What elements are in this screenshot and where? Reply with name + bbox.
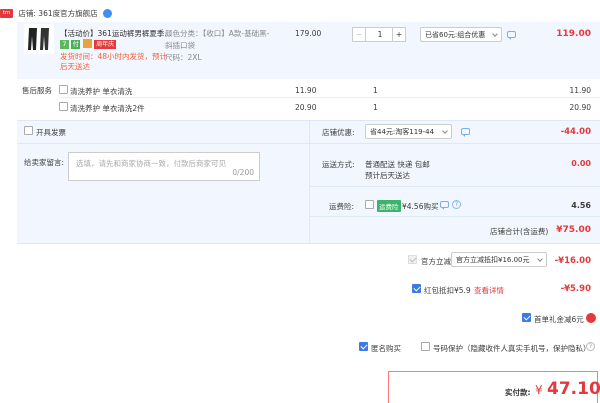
chevron-down-icon: [537, 256, 543, 262]
official-discount-value: 官方立减抵扣¥16.00元: [456, 256, 530, 264]
first-gift-label: 首单礼金减6元: [534, 315, 584, 324]
insurance-checkbox[interactable]: [365, 200, 374, 209]
shop-discount-amount: -44.00: [560, 127, 591, 137]
panel-vertical-divider: [309, 121, 310, 243]
unit-price: 179.00: [295, 29, 322, 38]
panel-hdivider-right-3: [310, 216, 600, 217]
shop-total-value: ¥75.00: [556, 225, 591, 235]
delivery-eta: 预计后天送达: [365, 171, 410, 180]
pay-badge: 付: [71, 40, 81, 49]
item-badges: 7 付 周年庆: [60, 39, 117, 49]
chevron-down-icon: [442, 128, 448, 134]
service-2-checkbox[interactable]: [59, 102, 68, 111]
insurance-badge-icon: [82, 39, 92, 48]
shop-discount-value: 省44元:淘客119-44: [370, 128, 435, 136]
promo-badge: 周年庆: [94, 40, 117, 49]
help-icon[interactable]: ?: [586, 342, 595, 351]
gift-icon: [586, 313, 596, 323]
service-1-qty: 1: [373, 86, 378, 95]
seven-day-return-badge: 7: [60, 40, 69, 49]
decrease-button[interactable]: −: [353, 28, 366, 41]
message-counter: 0/200: [232, 168, 254, 177]
official-discount-amount: -¥16.00: [554, 256, 591, 266]
invoice-checkbox[interactable]: [24, 126, 33, 135]
item-discount-select[interactable]: 已省60元:组合优惠: [420, 27, 502, 42]
service-divider: [60, 97, 600, 98]
shop-header: tm 店铺: 361度官方旗舰店: [0, 8, 113, 19]
service-1-checkbox[interactable]: [59, 85, 68, 94]
after-sales-label: 售后服务: [22, 86, 52, 95]
delivery-fee: 0.00: [571, 159, 591, 168]
service-2-total: 20.90: [569, 103, 591, 112]
help-icon[interactable]: ?: [452, 200, 461, 209]
privacy-label[interactable]: 号码保护（隐藏收件人真实手机号，保护隐私）: [433, 343, 591, 354]
pants-icon: [28, 28, 49, 50]
anonymous-label[interactable]: 匿名购买: [371, 343, 401, 354]
insurance-text: ¥4.56购买: [402, 202, 439, 211]
insurance-tag: 运费险: [377, 200, 401, 212]
increase-button[interactable]: +: [392, 28, 405, 41]
service-1-total: 11.90: [569, 86, 591, 95]
panel-hdivider-right-2: [310, 186, 600, 187]
chevron-down-icon: [492, 31, 498, 37]
sku-size: 尺码：2XL: [165, 53, 202, 62]
message-icon[interactable]: [440, 201, 449, 210]
actual-pay-label: 实付款:: [505, 388, 531, 397]
actual-pay-amount: 47.10: [547, 379, 600, 399]
shop-discount-select[interactable]: 省44元:淘客119-44: [365, 124, 452, 139]
shop-discount-label: 店铺优惠:: [322, 128, 355, 137]
shop-total-label: 店铺合计(含运费): [490, 227, 549, 236]
shop-name[interactable]: 店铺: 361度官方旗舰店: [18, 9, 97, 18]
official-discount-checkbox: [408, 255, 417, 264]
item-discount-value: 已省60元:组合优惠: [425, 31, 486, 39]
insurance-fee: 4.56: [571, 201, 591, 210]
service-1-label[interactable]: 清洗养护 单衣清洗: [70, 86, 132, 97]
actual-pay-currency: ¥: [535, 383, 543, 397]
sku-color-cont: 斜插口袋: [165, 41, 195, 50]
item-title[interactable]: 【活动价】361运动裤男裤夏季...: [60, 28, 171, 39]
redpacket-label: 红包抵扣¥5.9: [424, 286, 471, 295]
product-thumbnail[interactable]: [24, 24, 54, 54]
privacy-checkbox[interactable]: [421, 342, 430, 351]
first-gift-checkbox[interactable]: [522, 313, 531, 322]
redpacket-amount: -¥5.90: [560, 284, 591, 294]
quantity-stepper[interactable]: − 1 +: [352, 27, 406, 42]
message-label: 给卖家留言:: [24, 158, 65, 167]
service-2-qty: 1: [373, 103, 378, 112]
insurance-label: 运费险:: [329, 202, 355, 211]
service-2-label[interactable]: 清洗养护 单衣清洗2件: [70, 103, 145, 114]
message-placeholder: 选填，请先和商家协商一致，付款后商家可见: [76, 159, 226, 168]
payment-summary-box: 实付款: ¥ 47.10: [388, 371, 600, 403]
message-icon[interactable]: [507, 31, 516, 40]
panel-hdivider-left: [17, 143, 309, 144]
official-discount-label: 官方立减: [421, 257, 451, 266]
anonymous-checkbox[interactable]: [359, 342, 368, 351]
redpacket-detail-link[interactable]: 查看详情: [474, 285, 504, 296]
wangwang-icon[interactable]: [103, 9, 113, 18]
redpacket-checkbox[interactable]: [412, 284, 421, 293]
tmall-badge-icon: tm: [0, 9, 13, 18]
service-2-price: 20.90: [295, 103, 317, 112]
official-discount-select[interactable]: 官方立减抵扣¥16.00元: [451, 252, 547, 267]
service-1-price: 11.90: [295, 86, 317, 95]
invoice-label[interactable]: 开具发票: [36, 127, 66, 138]
delivery-label: 运送方式:: [322, 160, 355, 169]
message-textarea[interactable]: 选填，请先和商家协商一致，付款后商家可见 0/200: [68, 152, 260, 181]
quantity-value[interactable]: 1: [367, 28, 393, 41]
panel-hdivider-right-1: [310, 143, 600, 144]
delivery-method: 普通配送 快递 包邮: [365, 160, 430, 169]
item-subtotal: 119.00: [556, 29, 591, 39]
message-icon[interactable]: [461, 128, 470, 137]
shipping-eta: 后天送达: [60, 62, 90, 71]
sku-color: 颜色分类：【收口】A款-基础黑-: [165, 29, 270, 38]
